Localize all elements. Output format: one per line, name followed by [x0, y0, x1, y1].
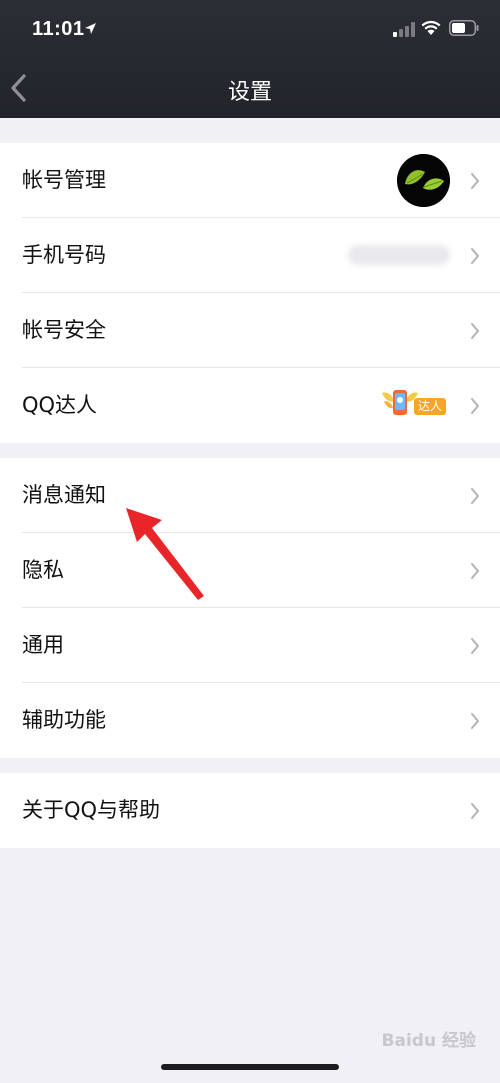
settings-group-general: 消息通知 隐私 通用 辅助功能 — [0, 458, 500, 758]
settings-row-phone-number[interactable]: 手机号码 — [0, 218, 500, 293]
avatar — [397, 154, 450, 207]
daren-tag: 达人 — [414, 398, 446, 415]
chevron-right-icon — [471, 563, 479, 579]
settings-row-privacy[interactable]: 隐私 — [0, 533, 500, 608]
settings-row-message-notifications[interactable]: 消息通知 — [0, 458, 500, 533]
battery-icon — [449, 20, 479, 36]
row-label: 帐号安全 — [22, 318, 106, 342]
home-indicator[interactable] — [161, 1064, 339, 1070]
row-label: 帐号管理 — [22, 168, 106, 192]
leaf-avatar — [397, 154, 450, 207]
row-label: 关于QQ与帮助 — [22, 798, 161, 822]
wifi-icon — [421, 20, 441, 35]
phone-number-value-blurred — [348, 245, 450, 265]
chevron-right-icon — [471, 638, 479, 654]
settings-group-account: 帐号管理 手机号码 帐号安全 QQ达人 达人 — [0, 143, 500, 443]
row-label: 消息通知 — [22, 483, 106, 507]
chevron-right-icon — [471, 488, 479, 504]
settings-row-general[interactable]: 通用 — [0, 608, 500, 683]
row-label: 手机号码 — [22, 243, 106, 267]
settings-row-account-management[interactable]: 帐号管理 — [0, 143, 500, 218]
navigation-bar: 11:01 设置 — [0, 0, 500, 118]
settings-row-account-security[interactable]: 帐号安全 — [0, 293, 500, 368]
chevron-right-icon — [471, 398, 479, 414]
status-time: 11:01 — [32, 18, 85, 40]
settings-group-about: 关于QQ与帮助 — [0, 773, 500, 848]
chevron-right-icon — [471, 323, 479, 339]
location-arrow-icon — [85, 23, 96, 34]
chevron-right-icon — [471, 803, 479, 819]
chevron-right-icon — [471, 713, 479, 729]
settings-row-accessibility[interactable]: 辅助功能 — [0, 683, 500, 758]
daren-badge: 达人 — [380, 385, 446, 419]
chevron-right-icon — [471, 173, 479, 189]
row-label: 通用 — [22, 633, 64, 657]
row-label: QQ达人 — [22, 393, 98, 417]
row-label: 隐私 — [22, 558, 64, 582]
chevron-right-icon — [471, 248, 479, 264]
row-label: 辅助功能 — [22, 708, 106, 732]
settings-row-about-help[interactable]: 关于QQ与帮助 — [0, 773, 500, 848]
settings-row-qq-daren[interactable]: QQ达人 达人 — [0, 368, 500, 443]
watermark: Baidu 经验 — [381, 1031, 476, 1051]
signal-icon — [393, 22, 415, 37]
page-title: 设置 — [227, 80, 272, 105]
red-arrow-icon — [126, 508, 204, 600]
